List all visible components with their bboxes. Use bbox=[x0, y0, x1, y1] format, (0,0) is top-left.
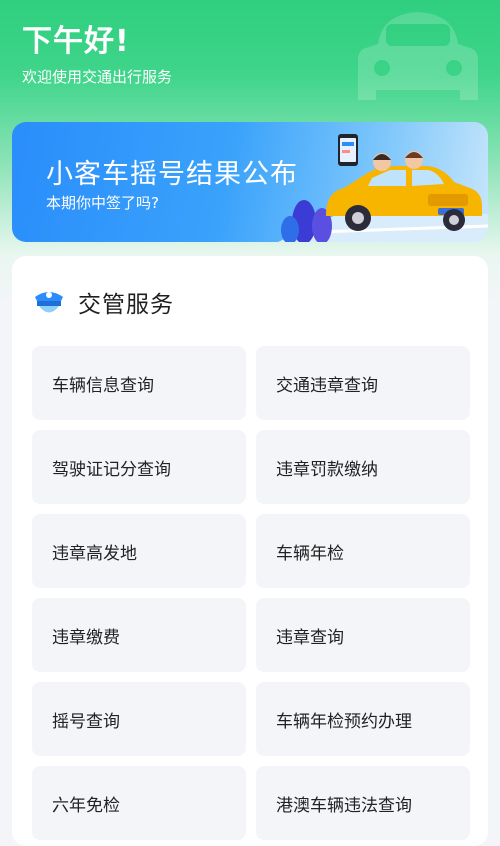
services-title: 交管服务 bbox=[78, 292, 174, 318]
banner-title: 小客车摇号结果公布 bbox=[46, 159, 298, 190]
service-lottery-query[interactable]: 摇号查询 bbox=[32, 682, 246, 756]
service-violation-lookup[interactable]: 违章查询 bbox=[256, 598, 470, 672]
traffic-services-card: 交管服务 车辆信息查询 交通违章查询 驾驶证记分查询 违章罚款缴纳 违章高发地 … bbox=[12, 256, 488, 846]
plant-decoration bbox=[281, 200, 332, 242]
car-silhouette-icon bbox=[358, 12, 478, 100]
service-inspection-booking[interactable]: 车辆年检预约办理 bbox=[256, 682, 470, 756]
service-fine-payment[interactable]: 违章罚款缴纳 bbox=[256, 430, 470, 504]
greeting: 下午好! bbox=[22, 24, 130, 59]
service-six-year-exemption[interactable]: 六年免检 bbox=[32, 766, 246, 840]
police-cap-icon bbox=[35, 292, 63, 313]
car-illustration bbox=[278, 134, 488, 242]
lottery-banner[interactable]: 小客车摇号结果公布 本期你中签了吗? bbox=[12, 122, 488, 242]
services-header: 交管服务 bbox=[32, 282, 174, 322]
service-vehicle-info[interactable]: 车辆信息查询 bbox=[32, 346, 246, 420]
services-grid: 车辆信息查询 交通违章查询 驾驶证记分查询 违章罚款缴纳 违章高发地 车辆年检 … bbox=[32, 346, 470, 840]
service-violation-payment[interactable]: 违章缴费 bbox=[32, 598, 246, 672]
service-violation-hotspots[interactable]: 违章高发地 bbox=[32, 514, 246, 588]
service-violation-query[interactable]: 交通违章查询 bbox=[256, 346, 470, 420]
service-license-points[interactable]: 驾驶证记分查询 bbox=[32, 430, 246, 504]
banner-subtitle: 本期你中签了吗? bbox=[46, 194, 159, 212]
service-annual-inspection[interactable]: 车辆年检 bbox=[256, 514, 470, 588]
service-hk-macao-violation[interactable]: 港澳车辆违法查询 bbox=[256, 766, 470, 840]
phone-icon bbox=[338, 134, 358, 166]
welcome-text: 欢迎使用交通出行服务 bbox=[22, 68, 173, 86]
